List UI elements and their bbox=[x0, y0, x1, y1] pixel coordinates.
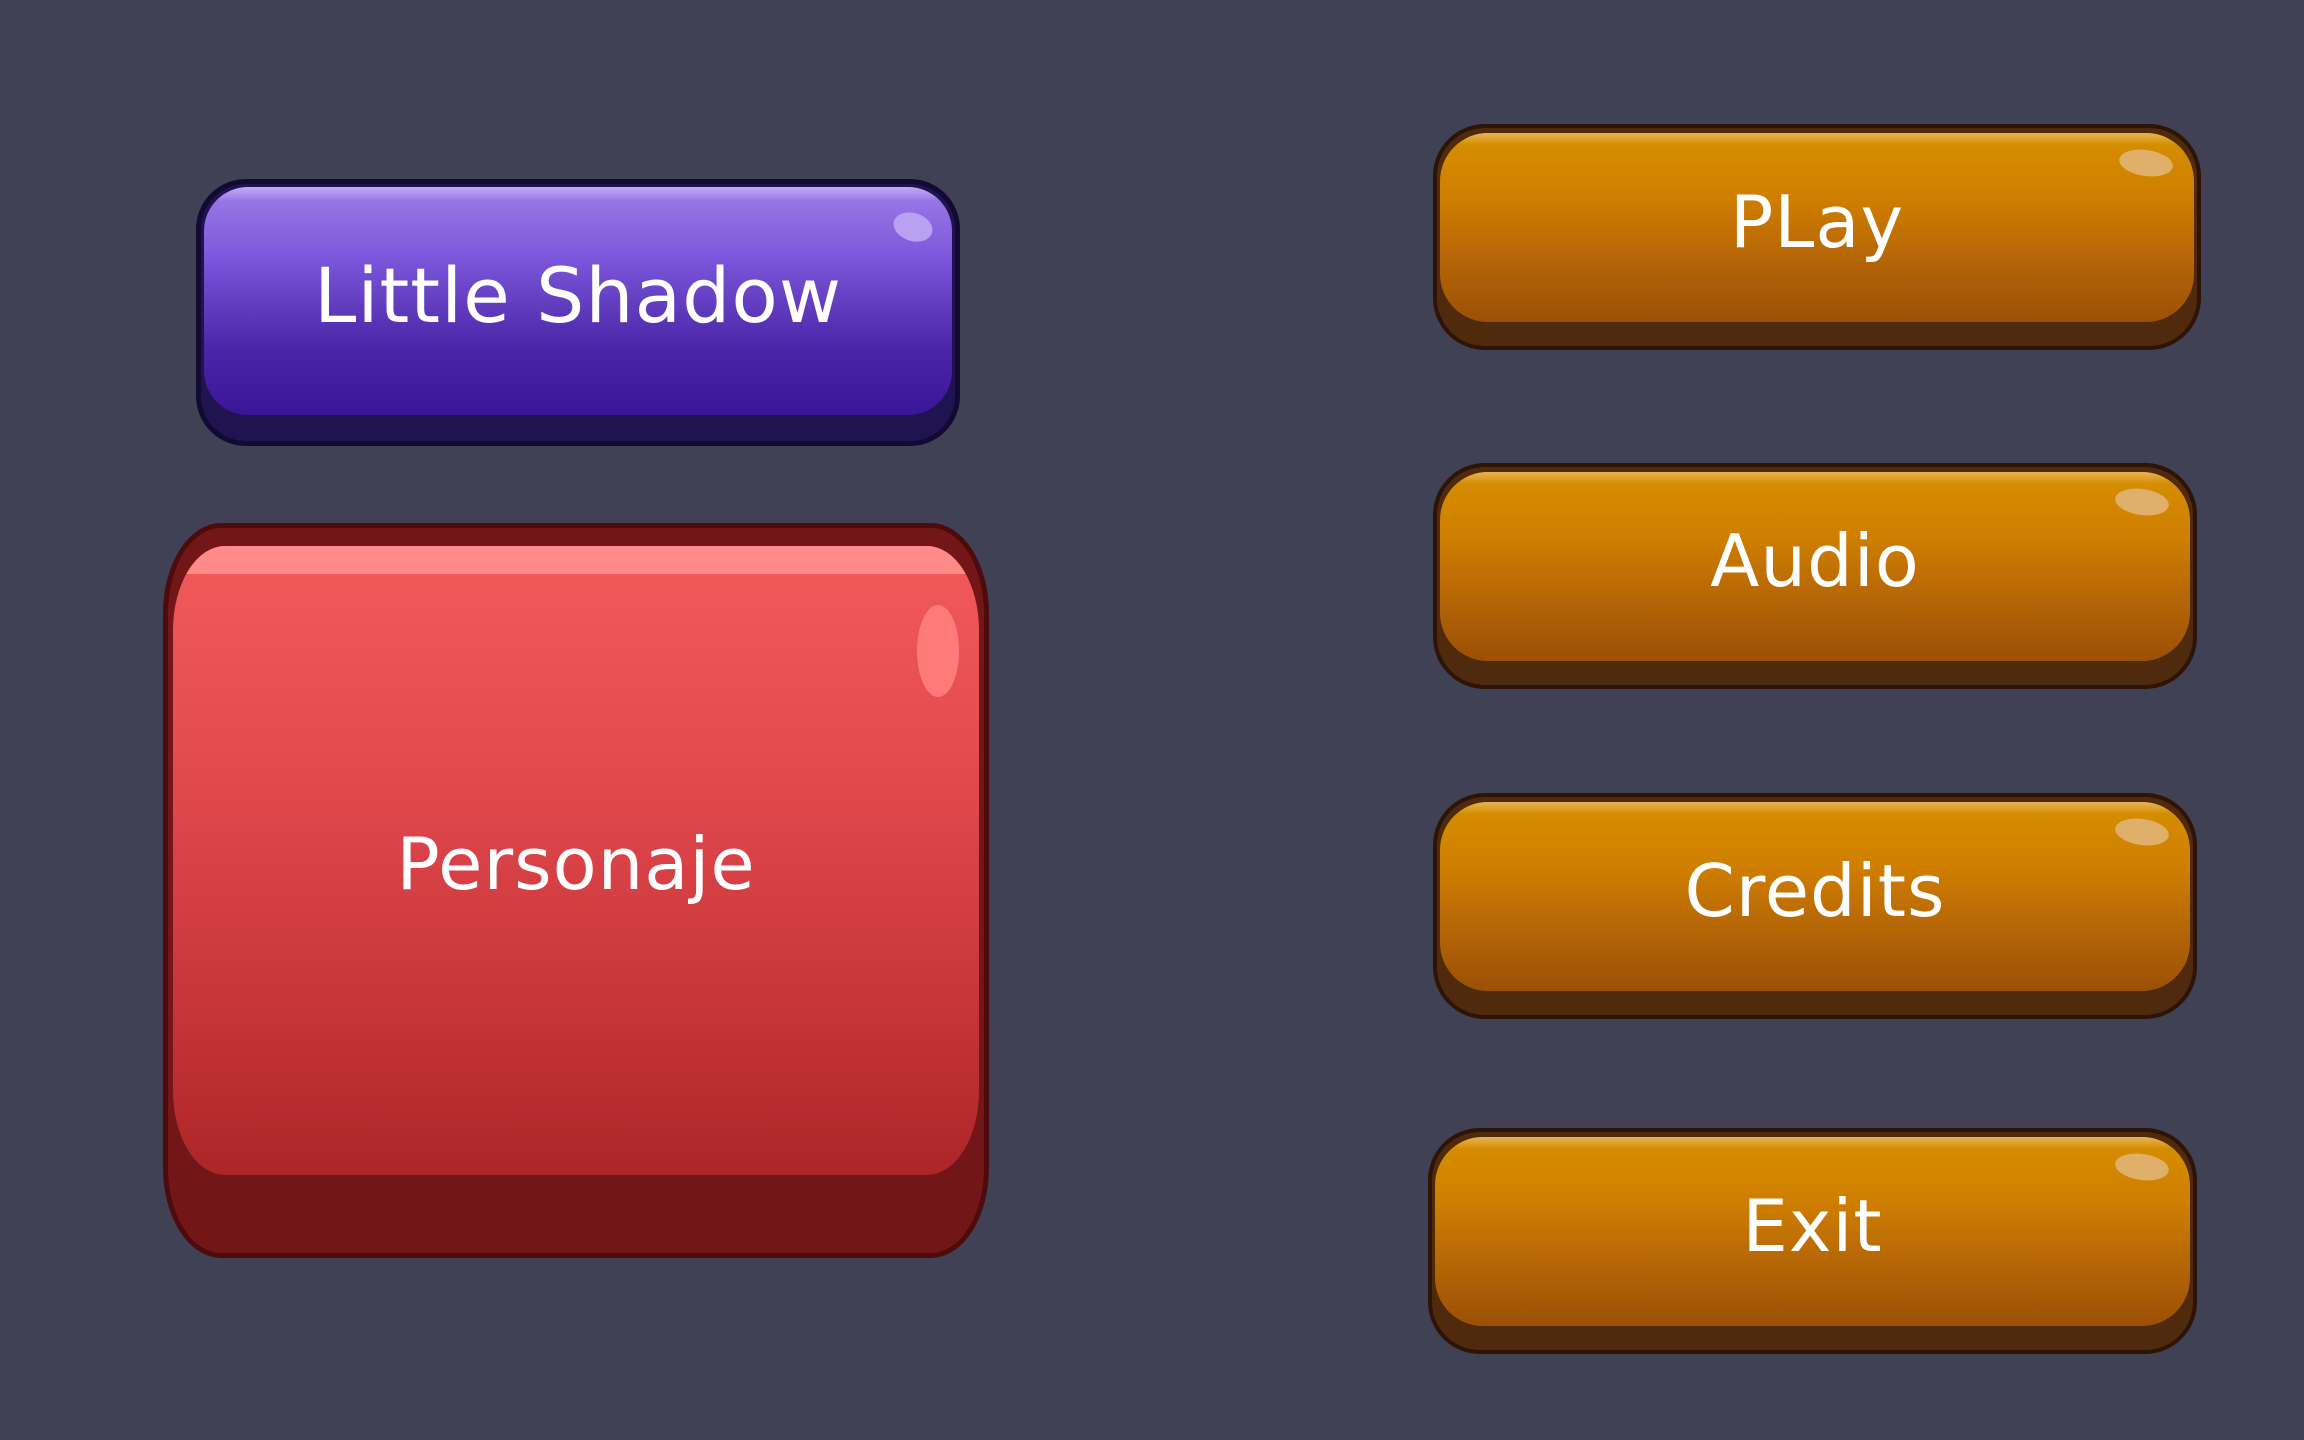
button-label: Exit bbox=[1742, 1183, 1883, 1268]
button-face: PLay bbox=[1440, 133, 2194, 322]
button-face: Personaje bbox=[173, 546, 979, 1175]
audio-button[interactable]: Audio bbox=[1433, 463, 2197, 689]
button-face: Little Shadow bbox=[204, 187, 952, 415]
button-highlight bbox=[1440, 472, 2190, 484]
button-face: Audio bbox=[1440, 472, 2190, 661]
credits-button[interactable]: Credits bbox=[1433, 793, 2197, 1019]
button-face: Credits bbox=[1440, 802, 2190, 991]
button-highlight bbox=[173, 546, 979, 574]
button-highlight bbox=[1440, 802, 2190, 814]
button-highlight bbox=[1440, 133, 2194, 145]
button-face: Exit bbox=[1435, 1137, 2190, 1326]
exit-button[interactable]: Exit bbox=[1428, 1128, 2197, 1354]
little-shadow-button[interactable]: Little Shadow bbox=[196, 179, 960, 446]
play-button[interactable]: PLay bbox=[1433, 124, 2201, 350]
button-label: Personaje bbox=[396, 821, 756, 906]
button-label: Little Shadow bbox=[314, 250, 842, 340]
button-label: Audio bbox=[1710, 518, 1920, 603]
personaje-button[interactable]: Personaje bbox=[163, 523, 989, 1258]
button-highlight bbox=[204, 187, 952, 201]
button-label: Credits bbox=[1684, 848, 1946, 933]
button-label: PLay bbox=[1729, 179, 1905, 264]
button-highlight bbox=[1435, 1137, 2190, 1149]
